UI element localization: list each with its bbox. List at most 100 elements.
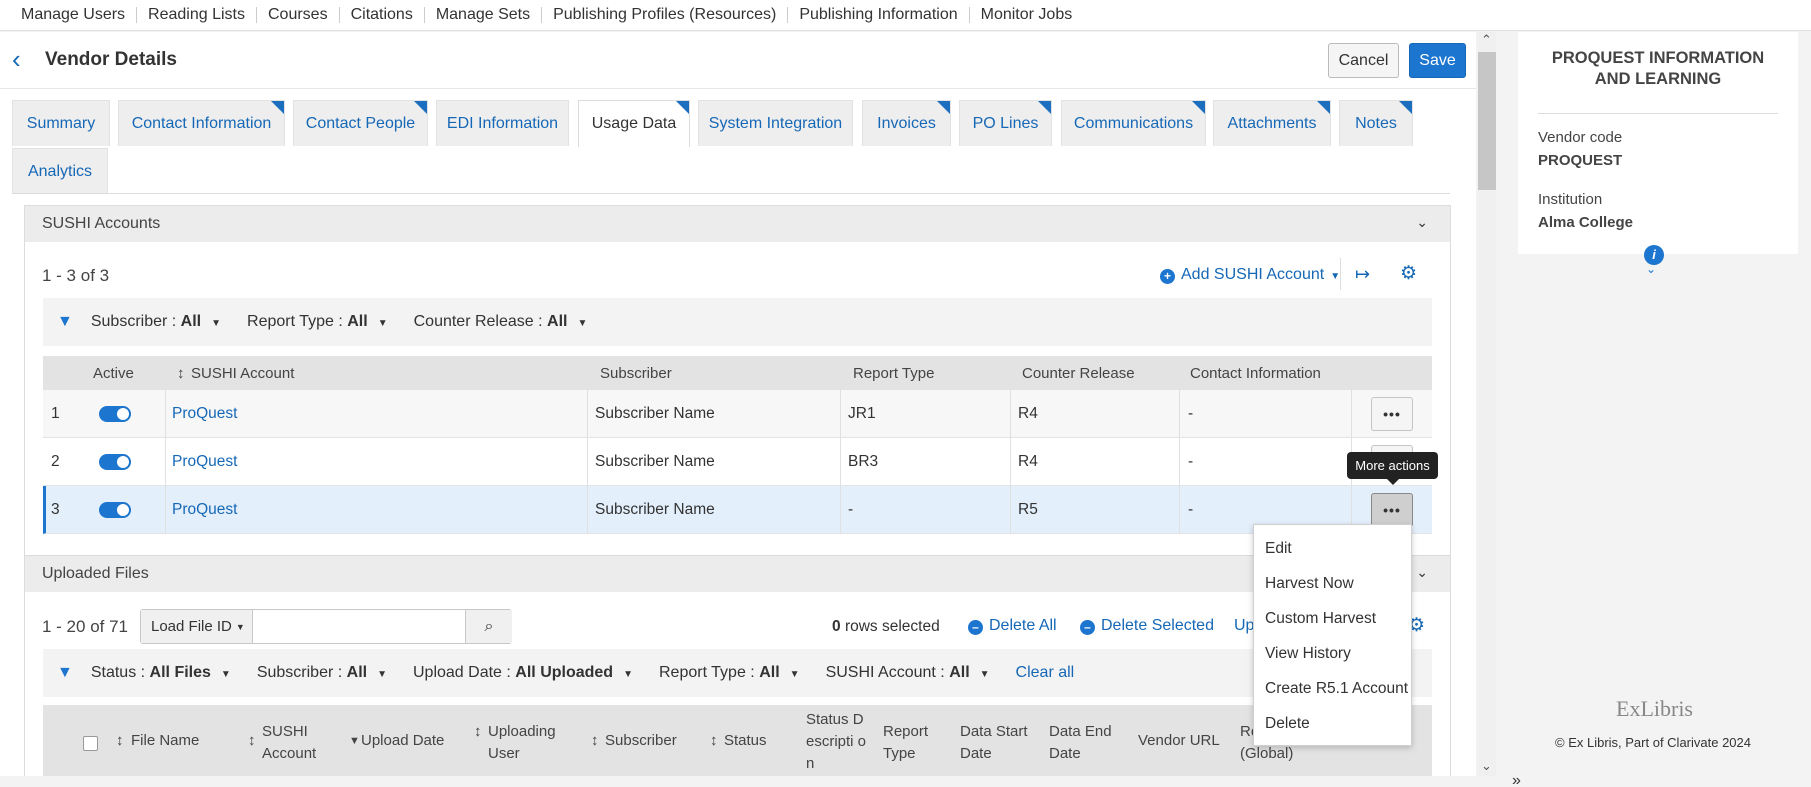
menu-publishing-profiles[interactable]: Publishing Profiles (Resources) [541, 7, 787, 23]
sort-icon[interactable]: ↕ [710, 730, 718, 752]
cancel-button[interactable]: Cancel [1328, 43, 1399, 78]
sort-icon[interactable]: ↕ [177, 365, 185, 382]
delete-selected-button[interactable]: – Delete Selected [1080, 617, 1214, 635]
menu-item-view-history[interactable]: View History [1254, 636, 1411, 671]
tab-attachments[interactable]: Attachments [1213, 100, 1331, 146]
column-divider [1179, 390, 1180, 438]
clear-all-link[interactable]: Clear all [1016, 664, 1075, 682]
col-status[interactable]: Status [724, 730, 767, 752]
col-uploading-user[interactable]: Uploading User [488, 721, 568, 765]
tab-notes[interactable]: Notes [1339, 100, 1413, 146]
tab-contact-information[interactable]: Contact Information [118, 100, 285, 146]
menu-item-edit[interactable]: Edit [1254, 531, 1411, 566]
contact-cell: - [1188, 501, 1194, 518]
sushi-accounts-panel: SUSHI Accounts ⌄ 1 - 3 of 3 + Add SUSHI A… [24, 205, 1451, 575]
table-row[interactable]: 2 ProQuest Subscriber Name BR3 R4 - ••• [43, 438, 1432, 486]
col-file-name[interactable]: File Name [131, 730, 199, 752]
load-file-search-input[interactable] [253, 610, 465, 643]
main-scrollbar[interactable]: ⌃ ⌄ [1478, 32, 1496, 776]
filter-label: Upload Date : [413, 664, 511, 681]
select-all-checkbox[interactable] [83, 736, 98, 751]
menu-courses[interactable]: Courses [256, 7, 339, 23]
active-toggle[interactable] [99, 454, 131, 470]
sort-icon[interactable]: ↕ [474, 721, 482, 743]
menu-reading-lists[interactable]: Reading Lists [136, 7, 256, 23]
filter-report-type[interactable]: Report Type : All ▼ [247, 313, 388, 331]
tab-invoices[interactable]: Invoices [862, 100, 951, 146]
column-divider [165, 438, 166, 486]
report-type-cell: BR3 [848, 453, 879, 470]
tab-summary[interactable]: Summary [12, 100, 110, 146]
col-report-type: Report Type [853, 365, 935, 382]
expand-panel-icon[interactable]: » [1512, 772, 1521, 787]
tab-po-lines[interactable]: PO Lines [959, 100, 1052, 146]
add-sushi-account-button[interactable]: + Add SUSHI Account ▼ [1160, 266, 1340, 284]
chevron-down-icon[interactable]: ⌄ [1416, 214, 1428, 231]
filter-label: Subscriber : [256, 664, 343, 681]
load-file-id-select[interactable]: Load File ID ▼ [141, 610, 253, 643]
sort-icon[interactable]: ↕ [591, 730, 599, 752]
sushi-accounts-header[interactable]: SUSHI Accounts ⌄ [25, 206, 1450, 242]
tab-usage-data[interactable]: Usage Data [578, 100, 690, 147]
rows-selected-label: rows selected [844, 618, 940, 635]
back-arrow-icon[interactable]: ‹ [12, 46, 32, 74]
menu-monitor-jobs[interactable]: Monitor Jobs [968, 7, 1084, 23]
export-icon[interactable]: ↦ [1355, 264, 1370, 285]
gear-icon[interactable]: ⚙ [1400, 262, 1417, 285]
active-toggle[interactable] [99, 406, 131, 422]
menu-item-create-r51-account[interactable]: Create R5.1 Account [1254, 671, 1411, 706]
chevron-down-icon[interactable]: ⌄ [1416, 564, 1428, 581]
filter-sushi-account[interactable]: SUSHI Account : All ▼ [826, 664, 990, 682]
caret-down-icon: ▼ [789, 669, 800, 680]
chevron-down-icon[interactable]: ⌄ [1646, 262, 1656, 276]
filter-report-type[interactable]: Report Type : All ▼ [659, 664, 800, 682]
filter-subscriber[interactable]: Subscriber : All ▼ [257, 664, 387, 682]
column-divider [587, 486, 588, 534]
menu-item-harvest-now[interactable]: Harvest Now [1254, 566, 1411, 601]
scroll-down-icon[interactable]: ⌄ [1481, 758, 1492, 774]
column-divider [840, 438, 841, 486]
more-actions-button[interactable]: ••• [1371, 493, 1413, 527]
filter-counter-release[interactable]: Counter Release : All ▼ [414, 313, 588, 331]
active-toggle[interactable] [99, 502, 131, 518]
sushi-account-link[interactable]: ProQuest [172, 501, 237, 519]
tab-analytics[interactable]: Analytics [12, 148, 108, 194]
tab-contact-people[interactable]: Contact People [293, 100, 428, 146]
filter-status[interactable]: Status : All Files ▼ [91, 664, 231, 682]
col-subscriber[interactable]: Subscriber [605, 730, 677, 752]
more-actions-button[interactable]: ••• [1371, 397, 1413, 431]
sushi-account-link[interactable]: ProQuest [172, 453, 237, 471]
menu-item-custom-harvest[interactable]: Custom Harvest [1254, 601, 1411, 636]
tab-edi-information[interactable]: EDI Information [436, 100, 569, 146]
caret-down-icon: ▼ [235, 621, 245, 632]
scroll-up-icon[interactable]: ⌃ [1481, 32, 1492, 48]
sort-desc-icon[interactable]: ▼ [349, 730, 360, 752]
menu-manage-sets[interactable]: Manage Sets [423, 7, 541, 23]
menu-publishing-information[interactable]: Publishing Information [787, 7, 968, 23]
delete-all-button[interactable]: – Delete All [968, 617, 1057, 635]
row-number: 2 [51, 453, 60, 470]
tab-system-integration[interactable]: System Integration [698, 100, 853, 146]
menu-citations[interactable]: Citations [338, 7, 424, 23]
sort-icon[interactable]: ↕ [248, 730, 256, 752]
column-divider [165, 486, 166, 534]
sort-icon[interactable]: ↕ [116, 730, 124, 752]
tab-communications[interactable]: Communications [1061, 100, 1206, 146]
sushi-account-link[interactable]: ProQuest [172, 405, 237, 423]
caret-down-icon: ▼ [211, 318, 222, 329]
table-row[interactable]: 1 ProQuest Subscriber Name JR1 R4 - ••• [43, 390, 1432, 438]
filter-upload-date[interactable]: Upload Date : All Uploaded ▼ [413, 664, 633, 682]
col-sushi-account[interactable]: SUSHI Account [262, 721, 332, 765]
save-button[interactable]: Save [1409, 43, 1466, 78]
search-icon[interactable]: ⌕ [465, 610, 512, 643]
table-row[interactable]: 3 ProQuest Subscriber Name - R5 - ••• [43, 486, 1432, 534]
table-header: Active ↕ SUSHI Account Subscriber Report… [43, 356, 1432, 390]
menu-item-delete[interactable]: Delete [1254, 706, 1411, 741]
col-upload-date[interactable]: Upload Date [361, 730, 444, 752]
filter-subscriber[interactable]: Subscriber : All ▼ [91, 313, 221, 331]
scroll-thumb[interactable] [1478, 52, 1496, 190]
uploaded-files-header[interactable]: Uploaded Files ⌄ [25, 556, 1450, 592]
col-sushi-account[interactable]: SUSHI Account [191, 365, 294, 382]
delete-selected-label: Delete Selected [1101, 617, 1214, 634]
menu-manage-users[interactable]: Manage Users [10, 7, 136, 23]
